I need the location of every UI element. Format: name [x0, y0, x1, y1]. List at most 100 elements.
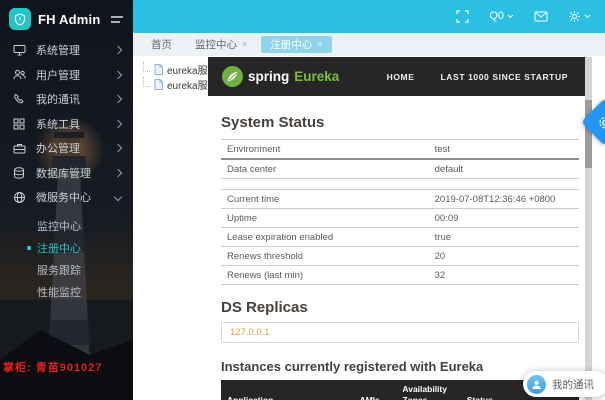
sidebar: FH Admin 系统管理 用户管理 — [0, 0, 133, 400]
sidebar-item-label: 系统工具 — [36, 116, 115, 132]
briefcase-icon — [13, 143, 27, 154]
menu-collapse-icon[interactable] — [110, 15, 124, 24]
replica-link[interactable]: 127.0.0.1 — [230, 327, 270, 338]
qq-menu[interactable]: Q0 — [489, 11, 514, 22]
chevron-down-icon — [507, 14, 514, 19]
gear-icon — [568, 10, 581, 23]
submenu-item-registration-center[interactable]: 注册中心 — [0, 237, 133, 259]
table-row: Renews (last min) 32 — [221, 266, 579, 285]
table-row: Current time 2019-07-08T12:36:46 +0800 — [221, 190, 579, 209]
column-header-application: Application — [221, 380, 353, 400]
globe-icon — [13, 191, 27, 204]
row-value: true — [429, 228, 579, 247]
row-label: Current time — [221, 190, 429, 209]
tab-registration-center[interactable]: 注册中心 × — [261, 36, 331, 53]
chevron-down-icon — [584, 14, 591, 19]
general-info-table: Environment test Data center default — [221, 139, 579, 179]
sidebar-menu: 系统管理 用户管理 我的通讯 系统工具 — [0, 38, 133, 303]
sidebar-item-database-management[interactable]: 数据库管理 — [0, 161, 133, 186]
tab-label: 首页 — [151, 37, 172, 52]
topbar: Q0 — [133, 0, 605, 33]
eureka-navbar: spring Eureka HOME LAST 1000 SINCE START… — [208, 57, 592, 96]
sidebar-item-label: 微服务中心 — [36, 189, 115, 205]
chevron-right-icon — [114, 95, 122, 103]
settings-menu[interactable] — [568, 10, 591, 23]
tab-label: 注册中心 — [270, 37, 312, 52]
chevron-right-icon — [114, 46, 122, 54]
sidebar-item-system-management[interactable]: 系统管理 — [0, 38, 133, 63]
instances-title: Instances currently registered with Eure… — [221, 359, 579, 374]
sidebar-item-label: 数据库管理 — [36, 165, 115, 181]
gear-icon — [598, 115, 605, 130]
grid-icon — [13, 118, 27, 130]
column-header-availability-zones: Availability Zones — [396, 380, 460, 400]
sidebar-item-office-management[interactable]: 办公管理 — [0, 136, 133, 161]
avatar — [527, 375, 546, 394]
file-icon — [154, 79, 163, 90]
ds-replicas-title: DS Replicas — [221, 299, 579, 316]
row-value: 32 — [429, 266, 579, 285]
chevron-right-icon — [114, 120, 122, 128]
submenu-item-service-tracking[interactable]: 服务跟踪 — [0, 259, 133, 281]
close-icon[interactable]: × — [317, 40, 322, 49]
row-label: Renews (last min) — [221, 266, 429, 285]
submenu-item-label: 性能监控 — [37, 284, 81, 300]
tab-bar: 首页 监控中心 × 注册中心 × — [133, 33, 605, 56]
row-value: default — [429, 159, 579, 179]
runtime-status-table: Current time 2019-07-08T12:36:46 +0800 U… — [221, 189, 579, 285]
table-row: Lease expiration enabled true — [221, 228, 579, 247]
sidebar-header: FH Admin — [0, 0, 133, 38]
phone-icon — [13, 93, 27, 105]
tree-connector — [143, 62, 150, 72]
file-icon — [154, 64, 163, 75]
submenu-item-performance-monitoring[interactable]: 性能监控 — [0, 281, 133, 303]
spring-leaf-icon — [222, 66, 243, 87]
chat-widget-label: 我的通讯 — [552, 377, 594, 392]
database-icon — [13, 167, 27, 179]
chevron-right-icon — [114, 144, 122, 152]
tree-connector — [143, 77, 150, 87]
sidebar-item-label: 系统管理 — [36, 42, 115, 58]
app-window: FH Admin 系统管理 用户管理 — [0, 0, 605, 400]
chat-widget[interactable]: 我的通讯 — [523, 371, 605, 397]
row-label: Uptime — [221, 209, 429, 228]
row-label: Lease expiration enabled — [221, 228, 429, 247]
submenu-item-label: 注册中心 — [37, 240, 81, 256]
chevron-right-icon — [114, 71, 122, 79]
sidebar-item-label: 用户管理 — [36, 67, 115, 83]
row-value: 2019-07-08T12:36:46 +0800 — [429, 190, 579, 209]
column-header-amis: AMIs — [353, 380, 396, 400]
tab-monitoring-center[interactable]: 监控中心 × — [186, 36, 256, 53]
tab-label: 监控中心 — [195, 37, 237, 52]
sidebar-item-system-tools[interactable]: 系统工具 — [0, 112, 133, 137]
table-row: Data center default — [221, 159, 579, 179]
table-row: Environment test — [221, 140, 579, 160]
owner-watermark: 掌柜: 青苗901027 — [3, 359, 102, 375]
fullscreen-icon[interactable] — [456, 10, 469, 23]
scrollbar-track[interactable] — [585, 57, 592, 400]
replica-box: 127.0.0.1 — [221, 322, 579, 343]
fh-logo-icon — [9, 8, 31, 30]
row-value: 20 — [429, 247, 579, 266]
app-title: FH Admin — [38, 12, 103, 27]
qq-menu-label: Q0 — [489, 11, 504, 22]
submenu-item-monitoring-center[interactable]: 监控中心 — [0, 215, 133, 237]
system-status-title: System Status — [221, 114, 579, 131]
eureka-home-link[interactable]: HOME — [387, 72, 415, 82]
sidebar-item-my-communications[interactable]: 我的通讯 — [0, 87, 133, 112]
tab-home[interactable]: 首页 — [142, 36, 181, 53]
chevron-right-icon — [114, 169, 122, 177]
sidebar-item-user-management[interactable]: 用户管理 — [0, 63, 133, 88]
eureka-last1000-link[interactable]: LAST 1000 SINCE STARTUP — [441, 72, 568, 82]
eureka-dashboard: spring Eureka HOME LAST 1000 SINCE START… — [208, 57, 592, 400]
table-row: Uptime 00:09 — [221, 209, 579, 228]
row-label: Data center — [221, 159, 429, 179]
sidebar-item-microservice-center[interactable]: 微服务中心 — [0, 185, 133, 210]
close-icon[interactable]: × — [242, 40, 247, 49]
row-value: test — [429, 140, 579, 160]
row-label: Environment — [221, 140, 429, 160]
spring-brand-text: spring — [248, 69, 289, 84]
mail-icon[interactable] — [534, 11, 548, 22]
eureka-nav-links: HOME LAST 1000 SINCE STARTUP — [387, 72, 578, 82]
eureka-brand-text: Eureka — [294, 69, 339, 84]
